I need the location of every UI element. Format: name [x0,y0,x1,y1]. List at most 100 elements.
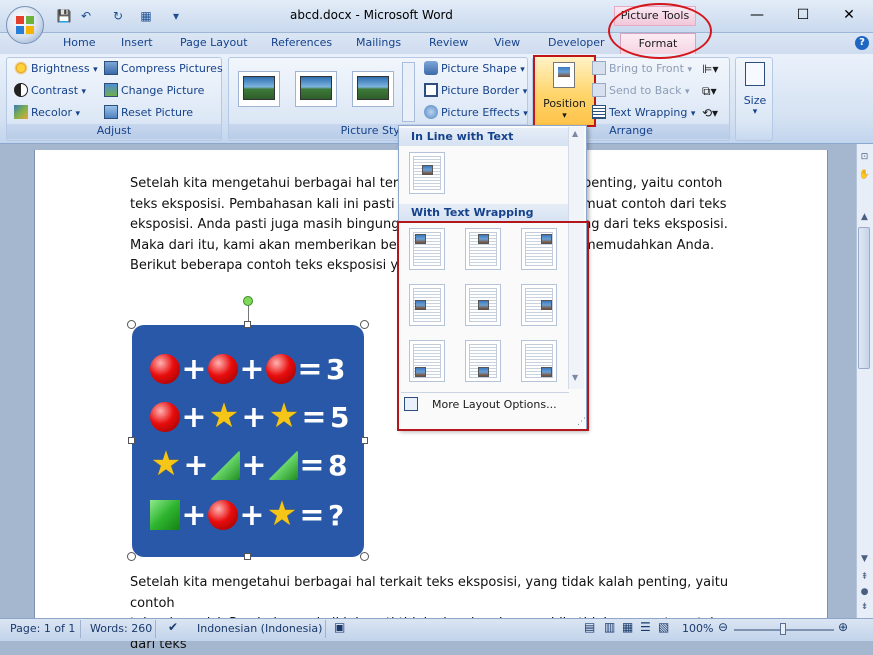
plus-sign: + [241,447,267,483]
size-icon [745,62,765,86]
resize-handle-ne[interactable] [360,320,369,329]
maximize-button[interactable]: ☐ [790,6,816,26]
tab-view[interactable]: View [494,36,520,49]
close-button[interactable]: ✕ [836,6,862,26]
zoom-level[interactable]: 100% [682,622,713,635]
text-wrapping-icon [592,105,606,119]
picture-style-2[interactable] [295,71,337,107]
resize-handle-sw[interactable] [127,552,136,561]
zoom-slider-thumb[interactable] [780,623,786,635]
change-picture-button[interactable]: Change Picture [104,82,204,100]
word-count[interactable]: Words: 260 [90,622,152,635]
picture-effects-button[interactable]: Picture Effects [424,104,528,122]
tab-mailings[interactable]: Mailings [356,36,401,49]
tab-home[interactable]: Home [63,36,95,49]
plus-sign: + [239,351,265,387]
position-button[interactable]: Position ▾ [533,55,596,127]
save-icon[interactable]: 💾 [56,8,72,24]
resize-handle-nw[interactable] [127,320,136,329]
equals-sign: = [301,399,327,435]
help-icon[interactable]: ? [855,36,869,50]
pan-hand-icon[interactable]: ✋ [857,168,872,183]
green-square-icon [268,450,298,480]
tab-review[interactable]: Review [429,36,468,49]
language[interactable]: Indonesian (Indonesia) [197,622,322,635]
equals-sign: = [299,497,325,533]
text-wrapping-button[interactable]: Text Wrapping [592,104,695,122]
text-wrapping-label: Text Wrapping [609,106,688,119]
scrollbar-thumb[interactable] [858,227,870,369]
group-icon[interactable]: ⧉▾ [702,82,717,100]
scroll-up-icon[interactable]: ▲ [857,210,872,225]
next-page-icon[interactable]: ⇟ [857,600,872,615]
puzzle-result: 3 [326,352,346,386]
plus-sign: + [241,399,267,435]
inline-with-text-header: In Line with Text [399,128,570,146]
tab-page-layout[interactable]: Page Layout [180,36,248,49]
tab-references[interactable]: References [271,36,332,49]
undo-icon[interactable]: ↶ [78,8,94,24]
proofing-icon[interactable]: ✔ [168,620,178,634]
picture-style-1[interactable] [238,71,280,107]
recolor-label: Recolor [31,106,73,119]
red-ball-icon [208,500,238,530]
reset-picture-button[interactable]: Reset Picture [104,104,193,122]
resize-handle-se[interactable] [360,552,369,561]
layout-inline[interactable] [409,152,445,194]
redo-icon[interactable]: ↻ [110,8,126,24]
plus-sign: + [183,447,209,483]
view-outline-icon[interactable]: ☰ [640,620,651,634]
resize-handle-w[interactable] [128,437,135,444]
compress-pictures-button[interactable]: Compress Pictures [104,60,223,78]
picture-border-button[interactable]: Picture Border [424,82,527,100]
ruler-toggle-icon[interactable]: ⊡ [857,150,872,165]
scroll-down-icon[interactable]: ▼ [857,552,872,567]
zoom-out-icon[interactable]: ⊖ [718,620,728,634]
puzzle-result: 8 [328,448,348,482]
picture-styles-gallery-scroll[interactable] [402,62,415,122]
office-logo-icon [16,16,34,34]
status-divider [155,620,156,638]
minimize-button[interactable]: — [744,6,770,26]
macro-record-icon[interactable]: ▣ [334,620,345,634]
dropdown-scroll-up-icon[interactable]: ▲ [572,129,578,138]
compress-icon [104,61,118,75]
puzzle-row-3: ★ + + = 8 [150,445,348,485]
resize-handle-n[interactable] [244,321,251,328]
send-to-back-button[interactable]: Send to Back [592,82,689,100]
customize-quick-access-icon[interactable]: ▾ [168,8,184,24]
select-browse-object-icon[interactable]: ● [857,585,872,600]
size-button[interactable]: Size ▾ [740,62,770,117]
position-dropdown-icon: ▾ [562,111,567,121]
paragraph-2: Setelah kita mengetahui berbagai hal ter… [130,573,730,655]
brightness-button[interactable]: Brightness [14,60,98,78]
paragraph-1-right-line-1: penting, yaitu contoh [583,176,723,191]
picture-style-3[interactable] [352,71,394,107]
tab-developer[interactable]: Developer [548,36,605,49]
office-button[interactable] [6,6,44,44]
recolor-button[interactable]: Recolor [14,104,80,122]
quick-access-extra-icon[interactable]: ▦ [138,8,154,24]
contrast-button[interactable]: Contrast [14,82,86,100]
zoom-in-icon[interactable]: ⊕ [838,620,848,634]
tab-insert[interactable]: Insert [121,36,153,49]
picture-shape-button[interactable]: Picture Shape [424,60,525,78]
align-icon[interactable]: ⊫▾ [702,60,718,78]
bring-to-front-button[interactable]: Bring to Front [592,60,692,78]
resize-handle-s[interactable] [244,553,251,560]
view-print-layout-icon[interactable]: ▤ [584,620,595,634]
red-ball-icon [208,354,238,384]
view-web-layout-icon[interactable]: ▦ [622,620,633,634]
resize-handle-e[interactable] [361,437,368,444]
puzzle-image[interactable]: + + = 3 + ★ + ★ = 5 ★ + + = 8 + + ★ = ? [132,325,364,557]
page-count[interactable]: Page: 1 of 1 [10,622,75,635]
rotate-icon[interactable]: ⟲▾ [702,104,718,122]
picture-border-label: Picture Border [441,84,520,97]
view-draft-icon[interactable]: ▧ [658,620,669,634]
status-divider [325,620,326,638]
previous-page-icon[interactable]: ⇞ [857,570,872,585]
rotation-handle[interactable] [243,296,253,306]
bring-to-front-icon [592,61,606,75]
view-full-screen-icon[interactable]: ▥ [604,620,615,634]
equals-sign: = [297,351,323,387]
